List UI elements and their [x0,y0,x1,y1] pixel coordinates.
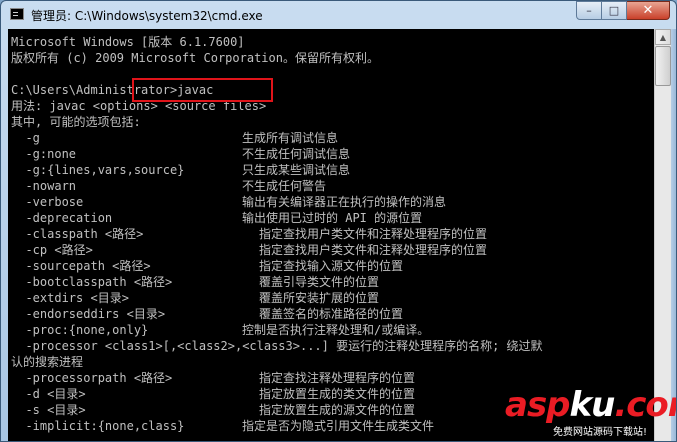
console-line-text: Microsoft Windows [版本 6.1.7600] [11,35,245,49]
console-line: -classpath <路径> 指定查找用户类文件和注释处理程序的位置 [11,226,487,242]
console-line: Microsoft Windows [版本 6.1.7600] [11,34,245,50]
console-line-text: -implicit:{none,class} [11,419,185,433]
option-description: 指定查找用户类文件和注释处理程序的位置 [259,227,488,241]
scroll-up-button[interactable]: ▲ [655,29,671,45]
title-bar[interactable]: 管理员: C:\Windows\system32\cmd.exe – □ ✕ [1,1,676,29]
console-line-text: -endorseddirs <目录> [11,307,166,321]
aspku-watermark: aspku.com 免费网站源码下载站! [505,385,676,441]
console-line: -g:none 不生成任何调试信息 [11,146,350,162]
console-line-text: -bootclasspath <路径> [11,275,173,289]
option-description: 覆盖所安装扩展的位置 [259,291,380,305]
console-line: -endorseddirs <目录> 覆盖签名的标准路径的位置 [11,306,403,322]
console-line: -deprecation 输出使用已过时的 API 的源位置 [11,210,422,226]
console-line: -g:{lines,vars,source} 只生成某些调试信息 [11,162,350,178]
javac-command-highlight [132,78,273,102]
console-line: -processor <class1>[,<class2>,<class3>..… [11,338,543,354]
console-line: -verbose 输出有关编译器正在执行的操作的消息 [11,194,446,210]
console-line-text: -g:{lines,vars,source} [11,163,185,177]
close-icon: ✕ [642,3,654,18]
window-controls: – □ ✕ [576,1,670,20]
option-description: 不生成任何调试信息 [242,147,351,161]
option-description: 指定是否为隐式引用文件生成类文件 [242,419,435,433]
option-description: 指定放置生成的类文件的位置 [259,387,416,401]
option-description: 覆盖引导类文件的位置 [259,275,380,289]
console-line: -processorpath <路径> 指定查找注释处理程序的位置 [11,370,415,386]
console-line-text: -s <目录> [11,403,86,417]
console-line-text: -sourcepath <路径> [11,259,151,273]
console-line-text: -classpath <路径> [11,227,144,241]
cmd-window: 管理员: C:\Windows\system32\cmd.exe – □ ✕ M… [0,0,677,442]
cmd-app-icon[interactable] [10,8,24,20]
console-line: -g 生成所有调试信息 [11,130,338,146]
option-description: 指定放置生成的源文件的位置 [259,403,416,417]
console-line: -s <目录> 指定放置生成的源文件的位置 [11,402,415,418]
maximize-icon: □ [608,4,620,17]
chevron-up-icon: ▲ [659,32,667,42]
window-frame-edge [671,29,676,441]
watermark-logo: aspku.com [505,385,676,425]
console-line: 其中, 可能的选项包括: [11,114,141,130]
console-line: -extdirs <目录> 覆盖所安装扩展的位置 [11,290,379,306]
console-line-text: -g:none [11,147,77,161]
window-title: 管理员: C:\Windows\system32\cmd.exe [31,9,263,23]
console-line: -cp <路径> 指定查找用户类文件和注释处理程序的位置 [11,242,487,258]
console-line: -implicit:{none,class} 指定是否为隐式引用文件生成类文件 [11,418,434,434]
maximize-button[interactable]: □ [602,1,627,20]
minimize-button[interactable]: – [576,1,602,20]
option-description: 控制是否执行注释处理和/或编译。 [242,323,430,337]
minimize-icon: – [586,4,592,17]
option-description: 只生成某些调试信息 [242,163,351,177]
vertical-scrollbar[interactable]: ▲ [654,29,671,441]
console-line-text: 认的搜索进程 [11,355,84,369]
option-description: 覆盖签名的标准路径的位置 [259,307,404,321]
close-button[interactable]: ✕ [627,1,670,20]
console-line-text: -proc:{none,only} [11,323,149,337]
console-line-text: -extdirs <目录> [11,291,129,305]
console-line: -bootclasspath <路径> 覆盖引导类文件的位置 [11,274,379,290]
option-description: 输出有关编译器正在执行的操作的消息 [242,195,447,209]
scroll-thumb[interactable] [655,46,671,86]
console-line-text: -nowarn [11,179,77,193]
console-line: -proc:{none,only} 控制是否执行注释处理和/或编译。 [11,322,429,338]
console-line: 认的搜索进程 [11,354,83,370]
console-line-text: 版权所有 (c) 2009 Microsoft Corporation。保留所有… [11,51,379,65]
option-description: 指定查找用户类文件和注释处理程序的位置 [259,243,488,257]
console-line-text: -deprecation [11,211,113,225]
console-line: -nowarn 不生成任何警告 [11,178,326,194]
console-output[interactable]: Microsoft Windows [版本 6.1.7600] 版权所有 (c) … [8,29,654,441]
option-description: 指定查找输入源文件的位置 [259,259,404,273]
option-description: 指定查找注释处理程序的位置 [259,371,416,385]
console-line-text: -processor <class1>[,<class2>,<class3>..… [11,339,543,353]
console-line-text: -verbose [11,195,84,209]
console-line: -sourcepath <路径> 指定查找输入源文件的位置 [11,258,403,274]
console-line-text: -cp <路径> [11,243,93,257]
console-line-text: 其中, 可能的选项包括: [11,115,141,129]
console-line: 版权所有 (c) 2009 Microsoft Corporation。保留所有… [11,50,379,66]
console-line-text: -g [11,131,40,145]
option-description: 输出使用已过时的 API 的源位置 [242,211,423,225]
console-line-text: -processorpath <路径> [11,371,173,385]
option-description: 不生成任何警告 [242,179,327,193]
watermark-tagline: 免费网站源码下载站! [553,427,648,438]
option-description: 生成所有调试信息 [242,131,339,145]
console-line-text: -d <目录> [11,387,86,401]
console-line: -d <目录> 指定放置生成的类文件的位置 [11,386,415,402]
